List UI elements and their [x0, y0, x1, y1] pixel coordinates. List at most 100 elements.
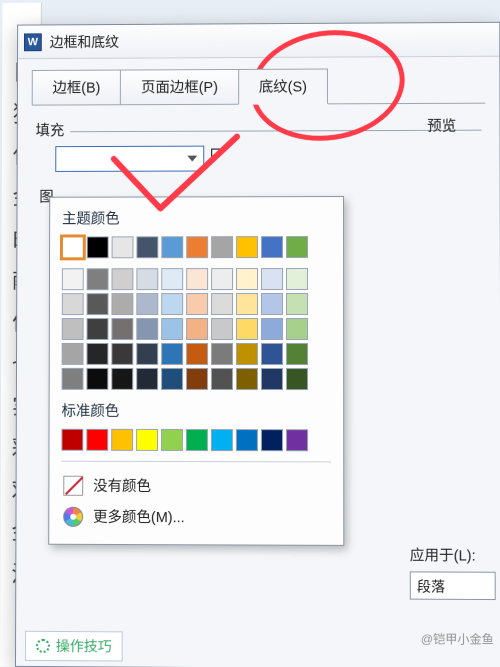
color-swatch[interactable] — [261, 368, 283, 390]
color-swatch[interactable] — [286, 318, 308, 340]
theme-color-row — [62, 236, 331, 258]
color-swatch[interactable] — [62, 368, 84, 390]
color-swatch[interactable] — [261, 236, 283, 258]
footer-hint[interactable]: 操作技巧 — [25, 631, 123, 662]
color-swatch[interactable] — [186, 318, 208, 340]
more-colors-label: 更多颜色(M)... — [93, 506, 185, 527]
theme-tints-grid — [62, 268, 332, 390]
color-swatch[interactable] — [161, 293, 183, 315]
color-swatch[interactable] — [62, 293, 84, 315]
color-swatch[interactable] — [111, 293, 133, 315]
color-swatch[interactable] — [62, 343, 84, 365]
tab-shading[interactable]: 底纹(S) — [238, 69, 328, 105]
preview-label: 预览 — [427, 115, 499, 136]
standard-colors-label: 标准颜色 — [61, 400, 331, 421]
color-swatch[interactable] — [286, 368, 308, 390]
no-fill-icon — [63, 475, 83, 495]
more-colors-option[interactable]: 更多颜色(M)... — [61, 501, 331, 533]
color-swatch[interactable] — [86, 368, 108, 390]
chevron-down-icon — [187, 156, 197, 162]
color-swatch[interactable] — [286, 236, 308, 258]
color-swatch[interactable] — [112, 268, 134, 290]
color-swatch[interactable] — [87, 236, 109, 258]
color-swatch[interactable] — [261, 293, 283, 315]
color-swatch[interactable] — [111, 429, 133, 451]
color-swatch[interactable] — [236, 368, 258, 390]
color-swatch[interactable] — [87, 268, 109, 290]
color-swatch[interactable] — [87, 293, 109, 315]
color-swatch[interactable] — [136, 293, 158, 315]
color-swatch[interactable] — [186, 368, 208, 390]
color-swatch[interactable] — [236, 268, 258, 290]
color-swatch[interactable] — [261, 343, 283, 365]
color-swatch[interactable] — [111, 343, 133, 365]
color-swatch[interactable] — [112, 236, 134, 258]
color-swatch[interactable] — [261, 429, 283, 451]
color-swatch[interactable] — [286, 343, 308, 365]
popover-separator — [61, 461, 331, 463]
color-swatch[interactable] — [211, 268, 233, 290]
color-swatch[interactable] — [136, 429, 158, 451]
color-swatch[interactable] — [136, 236, 158, 258]
color-swatch[interactable] — [236, 236, 258, 258]
color-swatch[interactable] — [211, 318, 233, 340]
color-swatch[interactable] — [286, 293, 308, 315]
shading-panel: 填充 图 — [31, 103, 485, 207]
color-swatch[interactable] — [211, 236, 233, 258]
color-swatch[interactable] — [186, 268, 208, 290]
color-swatch[interactable] — [236, 293, 258, 315]
titlebar[interactable]: W 边框和底纹 — [18, 23, 499, 59]
color-picker-popover: 主题颜色 标准颜色 没有颜色 更多颜色(M)... — [48, 196, 344, 546]
color-swatch[interactable] — [161, 429, 183, 451]
color-swatch[interactable] — [261, 318, 283, 340]
color-swatch[interactable] — [211, 343, 233, 365]
color-swatch[interactable] — [61, 429, 83, 451]
color-swatch[interactable] — [86, 429, 108, 451]
color-swatch[interactable] — [186, 293, 208, 315]
color-swatch[interactable] — [211, 429, 233, 451]
no-color-option[interactable]: 没有颜色 — [61, 470, 331, 502]
color-swatch[interactable] — [136, 268, 158, 290]
color-swatch[interactable] — [211, 293, 233, 315]
color-swatch[interactable] — [62, 268, 84, 290]
color-swatch[interactable] — [161, 268, 183, 290]
color-swatch[interactable] — [236, 343, 258, 365]
color-swatch[interactable] — [161, 318, 183, 340]
theme-colors-label: 主题颜色 — [62, 207, 331, 228]
gear-icon — [36, 639, 50, 653]
mouse-cursor-icon — [210, 150, 228, 168]
fill-color-dropdown[interactable] — [55, 146, 204, 172]
color-swatch[interactable] — [111, 368, 133, 390]
color-swatch[interactable] — [186, 236, 208, 258]
color-swatch[interactable] — [286, 429, 308, 451]
fill-group-rule — [36, 130, 482, 133]
apply-to-select[interactable]: 段落 — [410, 571, 496, 600]
tab-borders[interactable]: 边框(B) — [32, 70, 122, 106]
word-app-icon: W — [24, 33, 42, 51]
color-swatch[interactable] — [87, 318, 109, 340]
color-swatch[interactable] — [236, 318, 258, 340]
color-swatch[interactable] — [211, 368, 233, 390]
color-swatch[interactable] — [161, 236, 183, 258]
no-color-label: 没有颜色 — [93, 475, 151, 496]
tabstrip: 边框(B) 页面边框(P) 底纹(S) — [18, 57, 500, 105]
color-swatch[interactable] — [86, 343, 108, 365]
color-swatch[interactable] — [286, 268, 308, 290]
color-swatch[interactable] — [186, 429, 208, 451]
palette-icon — [63, 506, 83, 526]
color-swatch[interactable] — [111, 318, 133, 340]
color-swatch[interactable] — [62, 318, 84, 340]
standard-color-row — [61, 429, 331, 452]
color-swatch[interactable] — [136, 318, 158, 340]
color-swatch[interactable] — [161, 343, 183, 365]
tab-page-border[interactable]: 页面边框(P) — [120, 69, 239, 105]
color-swatch[interactable] — [62, 236, 84, 258]
color-swatch[interactable] — [136, 368, 158, 390]
color-swatch[interactable] — [161, 368, 183, 390]
footer-hint-label: 操作技巧 — [56, 636, 112, 656]
color-swatch[interactable] — [236, 429, 258, 451]
color-swatch[interactable] — [186, 343, 208, 365]
fill-group-label: 填充 — [36, 119, 71, 140]
color-swatch[interactable] — [136, 343, 158, 365]
color-swatch[interactable] — [261, 268, 283, 290]
